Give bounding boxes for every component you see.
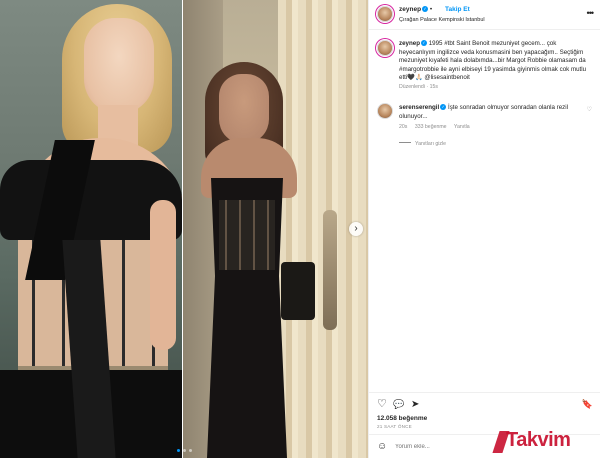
verified-icon: ✓ <box>440 104 447 110</box>
right-figure-bag <box>281 262 315 320</box>
caption-meta: Düzenlendi · 15s <box>399 84 438 90</box>
caption-author-avatar[interactable] <box>377 40 393 56</box>
author-username-text[interactable]: zeynep <box>399 6 421 13</box>
save-icon[interactable]: 🔖 <box>582 399 593 410</box>
right-figure-face <box>219 74 269 144</box>
photo-graduation <box>183 0 368 458</box>
post-media[interactable]: › <box>0 0 368 458</box>
comment-reply-button[interactable]: Yanıtla <box>454 124 470 130</box>
share-icon[interactable]: ➤ <box>411 399 419 410</box>
post-time: 21 SAAT ÖNCE <box>377 424 412 429</box>
comment-icon[interactable]: 💬 <box>393 399 404 410</box>
post-side-panel: zeynep ✓ • Takip Et Çırağan Palace Kempin… <box>368 0 600 458</box>
author-avatar[interactable] <box>377 6 393 22</box>
toggle-replies-button[interactable]: Yanıtları gizle <box>399 141 446 147</box>
carousel-dot <box>188 449 192 452</box>
carousel-dot <box>182 449 186 452</box>
takvim-watermark-logo: Takvim <box>492 427 596 455</box>
carousel-dots <box>0 449 368 452</box>
left-figure-face <box>84 18 154 114</box>
comment-meta: 20s 333 beğenme Yanıtla <box>399 124 476 130</box>
like-icon[interactable]: ♡ <box>377 399 387 410</box>
carousel-dot <box>176 449 180 452</box>
photo-red-carpet <box>0 0 182 458</box>
commenter-avatar[interactable] <box>377 103 393 119</box>
caption-text: 1995 #tbt Saint Benoit mezuniyet gecem..… <box>399 40 587 82</box>
follow-button[interactable]: Takip Et <box>445 6 470 13</box>
emoji-icon[interactable]: ☺ <box>377 441 387 452</box>
right-bg-tassel <box>323 210 337 330</box>
commenter-username[interactable]: serenserengil <box>399 104 439 111</box>
verified-icon: ✓ <box>420 40 427 46</box>
comment-time: 20s <box>399 124 408 130</box>
left-figure-arm <box>150 200 176 350</box>
post-header: zeynep ✓ • Takip Et Çırağan Palace Kempin… <box>369 0 600 30</box>
more-options-icon[interactable]: ••• <box>587 8 595 18</box>
verified-icon: ✓ <box>422 6 429 12</box>
comment: serenserengil ✓ İşte sonradan olmuyor son… <box>399 104 579 121</box>
edited-time: 15s <box>429 84 438 90</box>
watermark-text: Takvim <box>506 429 571 451</box>
caption-username[interactable]: zeynep <box>399 40 420 47</box>
post-location[interactable]: Çırağan Palace Kempinski Istanbul <box>399 17 485 23</box>
comment-likes[interactable]: 333 beğenme <box>415 124 447 130</box>
like-count[interactable]: 12.058 beğenme <box>377 415 427 422</box>
carousel-next-button[interactable]: › <box>349 222 363 236</box>
action-bar: ♡ 💬 ➤ 🔖 <box>369 392 600 414</box>
post-caption: zeynep ✓ 1995 #tbt Saint Benoit mezuniyet… <box>399 40 591 83</box>
author-username[interactable]: zeynep ✓ • <box>399 6 432 13</box>
comment-like-icon[interactable]: ♡ <box>587 106 592 113</box>
separator-dot: • <box>429 6 433 13</box>
edited-label: Düzenlendi <box>399 84 425 90</box>
right-figure-corset <box>219 200 275 270</box>
